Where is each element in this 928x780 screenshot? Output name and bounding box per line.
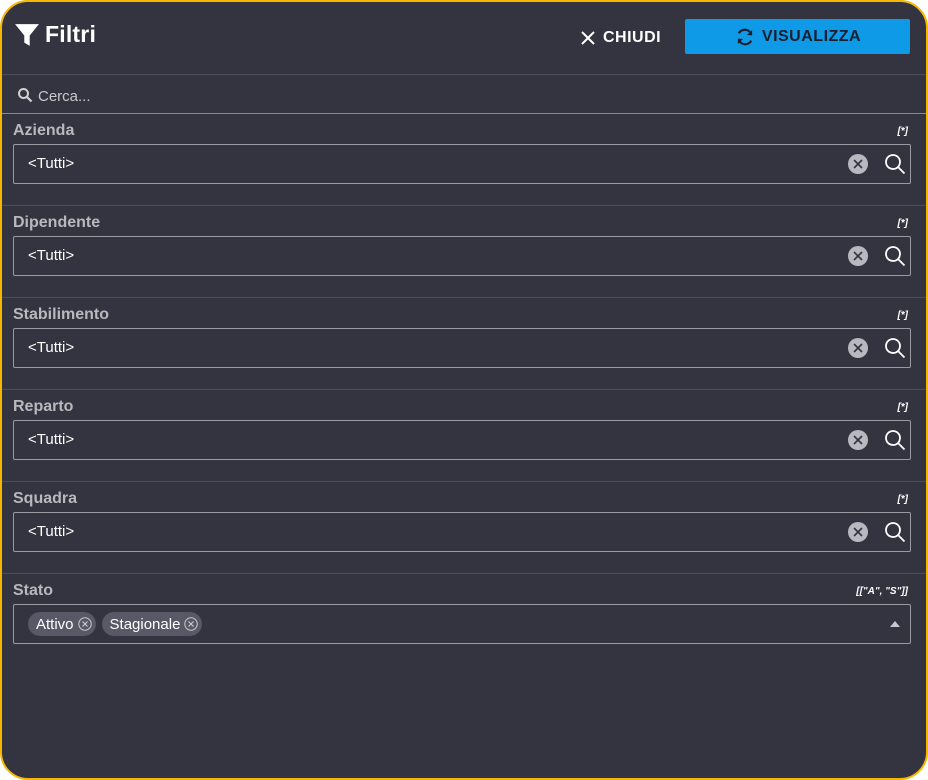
filter-label: Stato [13,582,53,599]
filter-stabilimento: Stabilimento [*] <Tutti> [2,298,926,390]
refresh-icon [737,28,753,45]
reparto-field[interactable]: <Tutti> [13,420,911,460]
lookup-search-icon[interactable] [883,244,907,268]
stabilimento-field[interactable]: <Tutti> [13,328,911,368]
dipendente-field[interactable]: <Tutti> [13,236,911,276]
clear-icon[interactable] [848,338,868,358]
filter-reparto: Reparto [*] <Tutti> [2,390,926,482]
chip-list: Attivo Stagionale [28,612,203,636]
chip-remove-icon[interactable] [77,617,92,631]
field-value: <Tutti> [28,155,75,172]
clear-icon[interactable] [848,522,868,542]
clear-icon[interactable] [848,246,868,266]
filter-label: Reparto [13,398,74,415]
lookup-search-icon[interactable] [883,428,907,452]
field-value: <Tutti> [28,523,75,540]
chip-label: Stagionale [109,615,181,633]
filter-code: [*] [897,402,908,413]
squadra-field[interactable]: <Tutti> [13,512,911,552]
field-value: <Tutti> [28,247,75,264]
chip-stagionale: Stagionale [101,612,203,636]
close-button-label: CHIUDI [603,29,662,46]
filter-dipendente: Dipendente [*] <Tutti> [2,206,926,298]
clear-icon[interactable] [848,430,868,450]
close-button[interactable]: CHIUDI [580,24,661,52]
field-value: <Tutti> [28,339,75,356]
panel-header: Filtri CHIUDI VISUALIZZA [2,2,926,75]
filter-code: [["A", "S"]] [856,586,908,597]
filter-icon [15,24,39,46]
filter-label: Dipendente [13,214,101,231]
stato-multiselect[interactable]: Attivo Stagionale [13,604,911,644]
field-value: <Tutti> [28,431,75,448]
lookup-search-icon[interactable] [883,152,907,176]
panel-title: Filtri [45,21,97,47]
azienda-field[interactable]: <Tutti> [13,144,911,184]
lookup-search-icon[interactable] [883,336,907,360]
filter-code: [*] [897,126,908,137]
chip-remove-icon[interactable] [184,617,199,631]
filter-azienda: Azienda [*] <Tutti> [2,114,926,206]
clear-icon[interactable] [848,154,868,174]
view-button[interactable]: VISUALIZZA [685,19,910,54]
filter-label: Stabilimento [13,306,110,323]
view-button-label: VISUALIZZA [761,27,862,45]
search-bar [2,75,926,114]
lookup-search-icon[interactable] [883,520,907,544]
filter-label: Azienda [13,122,75,139]
filter-stato: Stato [["A", "S"]] Attivo Stagionale [2,574,926,665]
chip-attivo: Attivo [28,612,96,636]
filter-label: Squadra [13,490,78,507]
search-icon [18,88,33,103]
chip-label: Attivo [36,615,74,633]
filter-code: [*] [897,218,908,229]
close-icon [581,31,595,45]
filter-panel: Filtri CHIUDI VISUALIZZA Azienda [*] [0,0,928,780]
search-input[interactable] [36,84,640,108]
filter-code: [*] [897,494,908,505]
dropdown-arrow-icon[interactable] [890,621,900,627]
filter-squadra: Squadra [*] <Tutti> [2,482,926,574]
filter-code: [*] [897,310,908,321]
